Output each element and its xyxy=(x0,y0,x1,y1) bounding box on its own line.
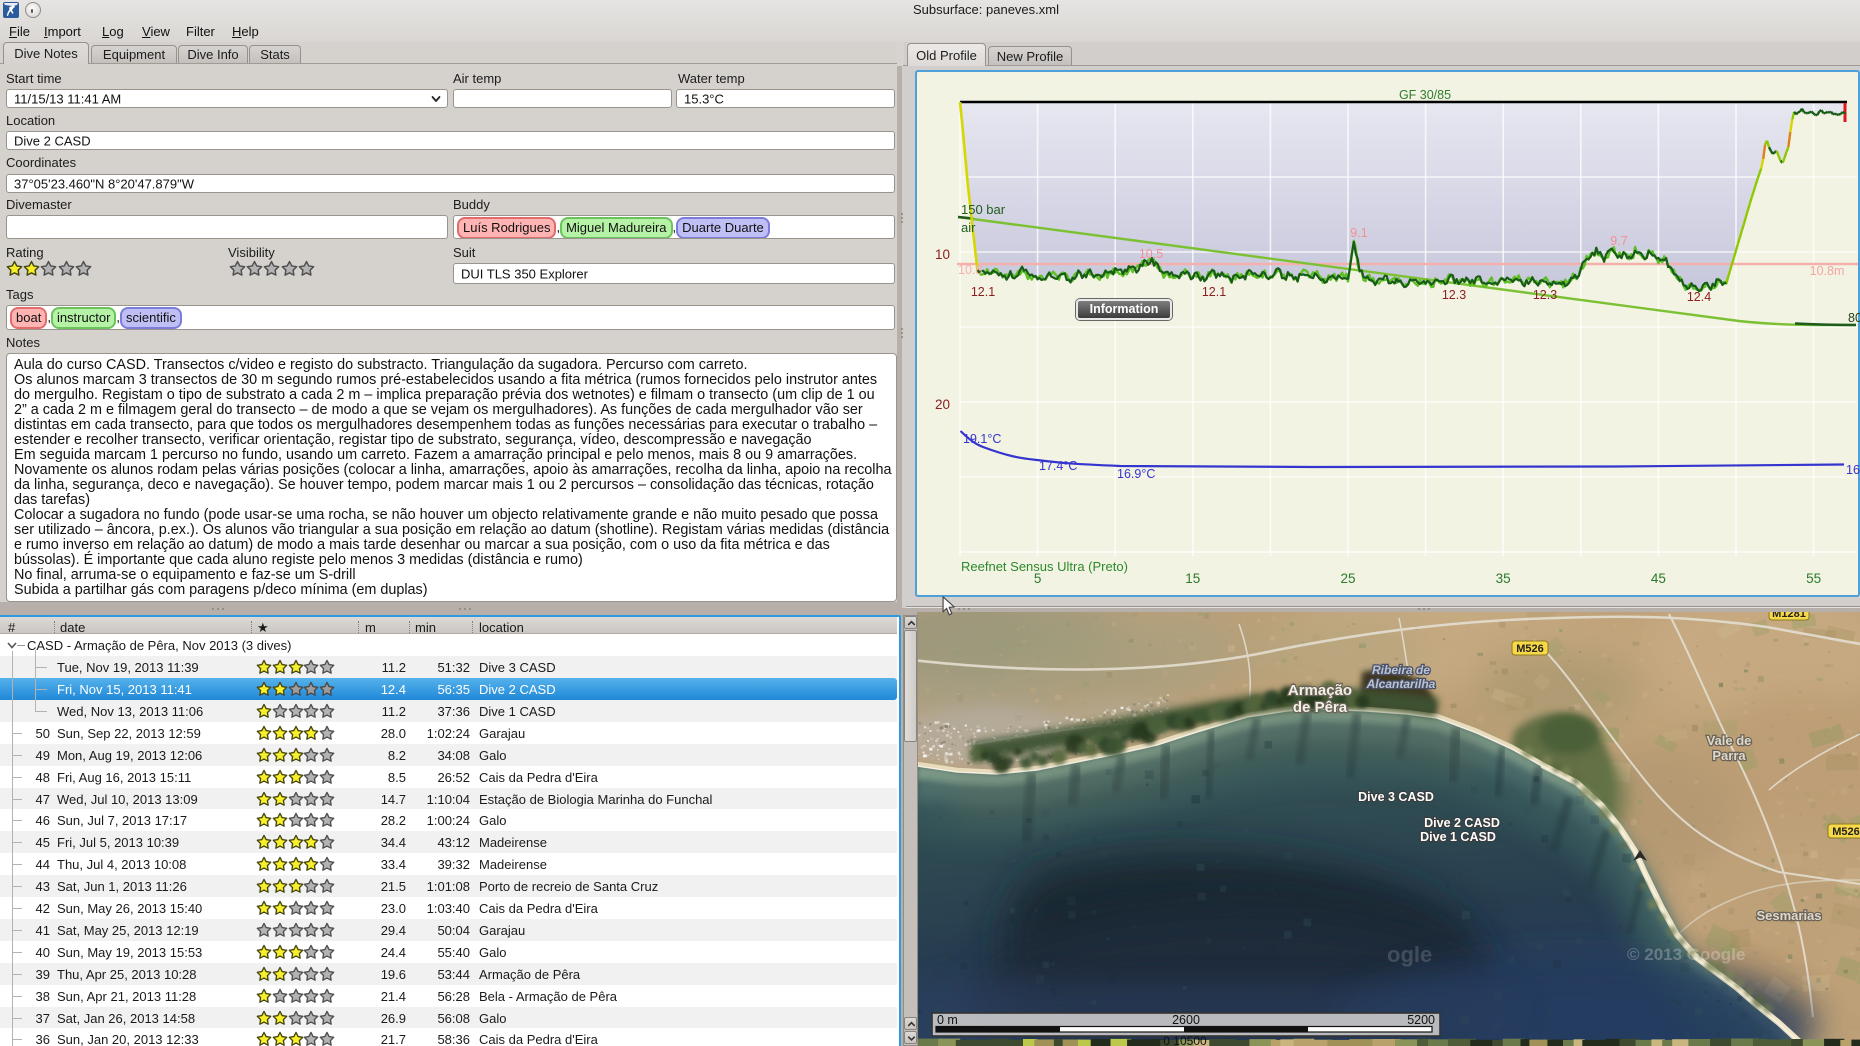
svg-text:Vale de: Vale de xyxy=(1707,733,1752,748)
svg-text:Dive 2 CASD: Dive 2 CASD xyxy=(1424,816,1500,830)
svg-text:10.8: 10.8 xyxy=(958,263,982,277)
svg-text:5: 5 xyxy=(1034,571,1042,586)
svg-text:Parra: Parra xyxy=(1712,748,1746,763)
svg-text:de Pêra: de Pêra xyxy=(1293,699,1348,716)
svg-text:16: 16 xyxy=(1846,463,1860,477)
svg-text:12.3: 12.3 xyxy=(1533,288,1557,302)
svg-text:15: 15 xyxy=(1185,571,1200,586)
svg-text:19.1°C: 19.1°C xyxy=(963,432,1001,446)
svg-text:10.5: 10.5 xyxy=(1139,247,1163,261)
svg-text:80: 80 xyxy=(1848,311,1860,325)
svg-text:35: 35 xyxy=(1496,571,1511,586)
svg-text:0 m: 0 m xyxy=(937,1013,958,1027)
svg-text:2600: 2600 xyxy=(1172,1013,1200,1027)
svg-text:5200: 5200 xyxy=(1407,1013,1435,1027)
svg-text:10.8m: 10.8m xyxy=(1810,264,1845,278)
svg-text:10: 10 xyxy=(935,247,950,262)
svg-text:air: air xyxy=(961,220,976,235)
svg-text:150 bar: 150 bar xyxy=(961,202,1006,217)
svg-text:45: 45 xyxy=(1651,571,1666,586)
svg-text:Sesmarias: Sesmarias xyxy=(1756,908,1821,923)
svg-text:Reefnet Sensus Ultra (Preto): Reefnet Sensus Ultra (Preto) xyxy=(961,559,1128,574)
svg-text:12.3: 12.3 xyxy=(1442,288,1466,302)
svg-text:9.1: 9.1 xyxy=(1350,226,1367,240)
svg-text:25: 25 xyxy=(1340,571,1355,586)
svg-text:20: 20 xyxy=(935,397,950,412)
svg-text:M526: M526 xyxy=(1832,826,1860,838)
svg-text:Ribeira de: Ribeira de xyxy=(1372,663,1430,677)
svg-text:ogle: ogle xyxy=(1387,942,1432,967)
svg-text:9.7: 9.7 xyxy=(1610,234,1627,248)
svg-text:17.4°C: 17.4°C xyxy=(1039,459,1077,473)
svg-text:Dive 3 CASD: Dive 3 CASD xyxy=(1358,790,1434,804)
svg-text:0 10500: 0 10500 xyxy=(1163,1034,1207,1046)
svg-text:16.9°C: 16.9°C xyxy=(1117,467,1155,481)
svg-text:Dive 1 CASD: Dive 1 CASD xyxy=(1420,830,1496,844)
svg-text:Alcantarilha: Alcantarilha xyxy=(1366,677,1436,691)
svg-text:12.1: 12.1 xyxy=(971,285,995,299)
svg-text:M526: M526 xyxy=(1516,643,1544,655)
svg-text:© 2013 Google: © 2013 Google xyxy=(1627,945,1745,964)
svg-text:Armação: Armação xyxy=(1288,682,1352,699)
svg-text:M1281: M1281 xyxy=(1772,612,1806,620)
svg-text:GF 30/85: GF 30/85 xyxy=(1399,88,1451,102)
svg-text:55: 55 xyxy=(1806,571,1821,586)
svg-text:12.1: 12.1 xyxy=(1202,285,1226,299)
svg-text:12.4: 12.4 xyxy=(1687,290,1711,304)
